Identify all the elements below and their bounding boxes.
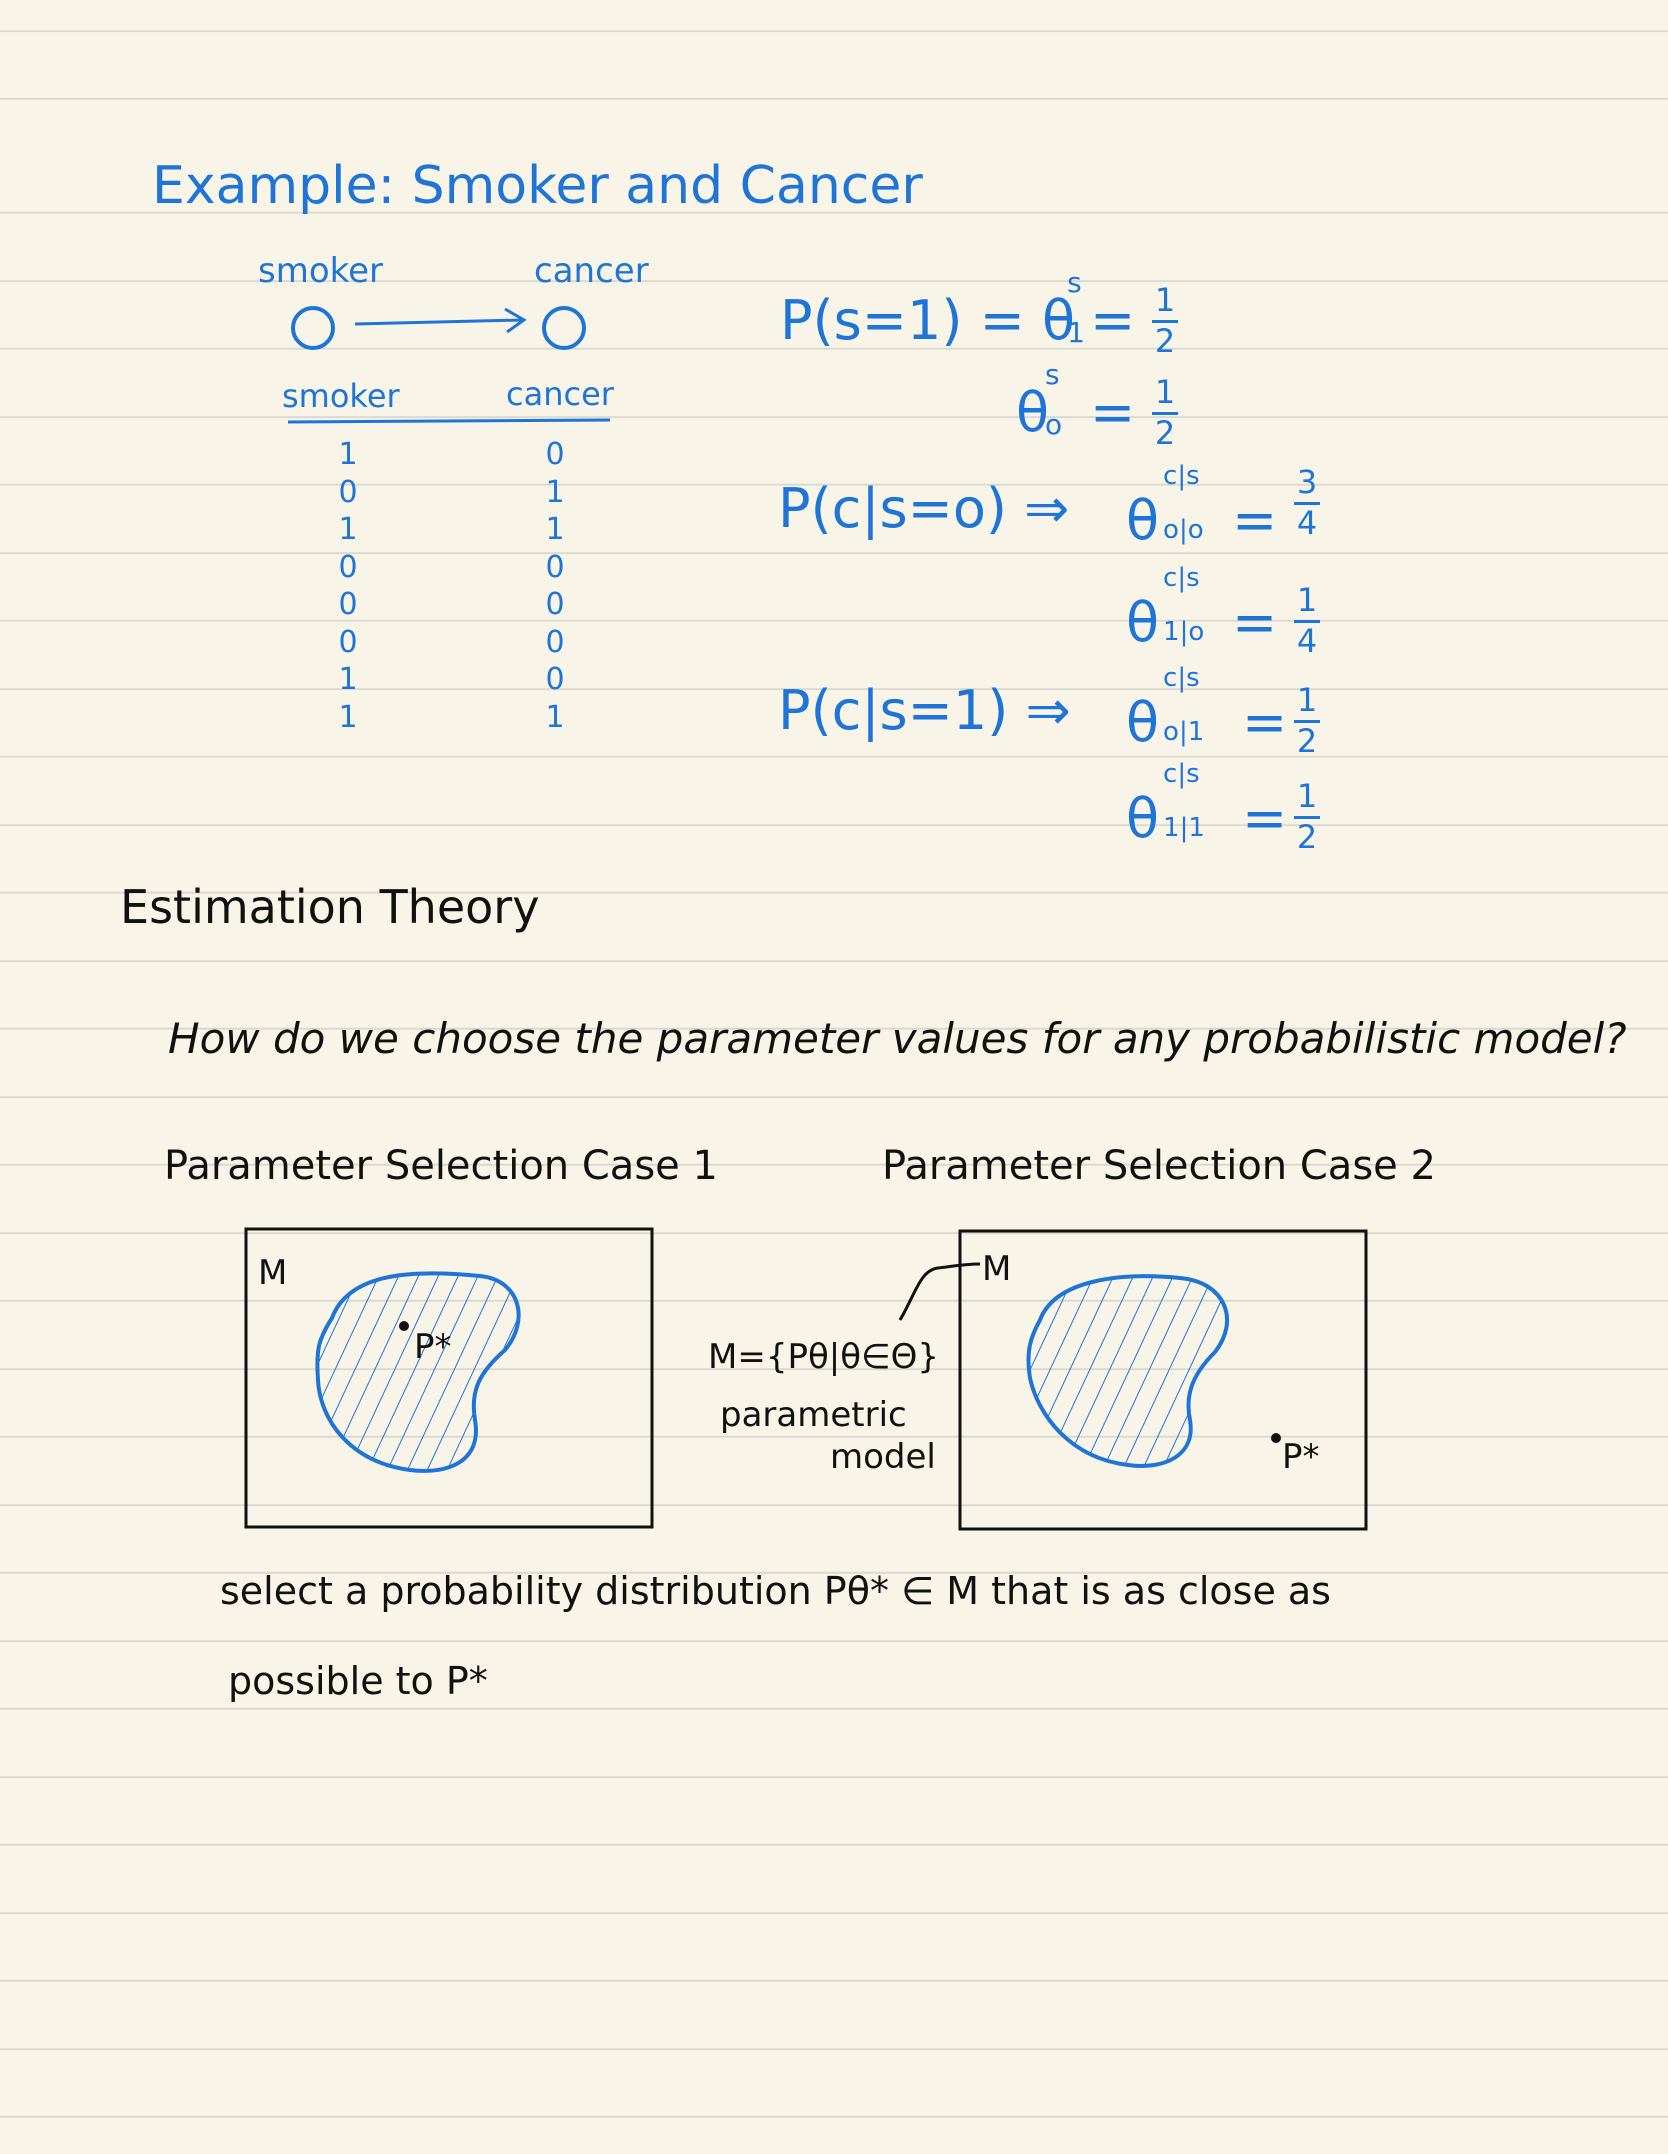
- theta-symbol: θ: [1126, 591, 1160, 654]
- case1-pstar-label: P*: [414, 1327, 452, 1367]
- theta-sub: 1|1: [1163, 813, 1205, 843]
- data-cell: 0: [545, 624, 565, 660]
- eq1-sign: =: [1090, 289, 1136, 352]
- eq3-sign: =: [1232, 489, 1278, 552]
- eq-theta0: θ s o: [1016, 361, 1062, 440]
- table-header-rule: [287, 418, 611, 424]
- theta-sub: 1|o: [1163, 617, 1205, 647]
- frac-5: 12: [1294, 681, 1320, 760]
- eq6-sign: =: [1242, 787, 1288, 850]
- frac-numerator: 1: [1154, 281, 1176, 319]
- smoker-column-header: smoker: [282, 377, 400, 415]
- eq-p-s1: P(s=1) = θ s 1: [780, 269, 1085, 348]
- data-cell: 1: [338, 512, 358, 547]
- theta0-sub: o: [1045, 408, 1063, 441]
- data-cell: 1: [338, 699, 358, 735]
- frac-numerator: 3: [1296, 463, 1318, 501]
- smoker-node: [291, 306, 335, 350]
- frac-denominator: 2: [1154, 413, 1176, 452]
- data-cell: 0: [545, 587, 565, 622]
- model-pointer-line: [898, 1262, 981, 1321]
- model-name-line1: parametric: [720, 1395, 907, 1435]
- case1-pstar-dot: [399, 1321, 409, 1331]
- data-cell: 0: [338, 587, 358, 622]
- data-cell: 1: [545, 474, 565, 510]
- data-cell: 0: [338, 549, 358, 585]
- case2-model-blob: [1026, 1274, 1230, 1468]
- cancer-node: [542, 306, 586, 350]
- theta-011: θ c|s o|1: [1126, 665, 1204, 750]
- eq-p-c-s1: P(c|s=1) ⇒: [778, 679, 1071, 742]
- cancer-column-header: cancer: [506, 375, 614, 413]
- model-name-line2: model: [830, 1437, 936, 1477]
- theta-sup: c|s: [1163, 563, 1200, 593]
- eq-p-s1-text: P(s=1) = θ: [780, 289, 1076, 352]
- example-title: Example: Smoker and Cancer: [152, 156, 923, 216]
- frac-3: 34: [1294, 463, 1320, 542]
- data-cell: 1: [545, 512, 565, 547]
- select-sentence-line1: select a probability distribution Pθ* ∈ …: [220, 1569, 1331, 1613]
- eq4-sign: =: [1232, 591, 1278, 654]
- theta-sub: o|o: [1163, 515, 1204, 545]
- smoker-node-label: smoker: [258, 251, 384, 291]
- case2-pstar-label: P*: [1282, 1437, 1320, 1477]
- estimation-theory-heading: Estimation Theory: [120, 880, 540, 934]
- data-cell: 0: [338, 624, 358, 660]
- frac-numerator: 1: [1296, 681, 1318, 719]
- theta-sup: c|s: [1163, 461, 1200, 491]
- theta-symbol: θ: [1126, 787, 1160, 850]
- frac-denominator: 4: [1296, 621, 1318, 660]
- smoker-data-column: 1 0 1 0 0 0 1 1: [333, 436, 363, 736]
- case1-model-blob: [315, 1271, 521, 1473]
- data-cell: 1: [338, 437, 358, 472]
- cancer-data-column: 0 1 1 0 0 0 0 1: [540, 436, 570, 736]
- theta-symbol: θ: [1126, 489, 1160, 552]
- frac-1: 12: [1152, 281, 1178, 360]
- theta-sub: o|1: [1163, 717, 1205, 747]
- frac-numerator: 1: [1154, 373, 1176, 411]
- frac-numerator: 1: [1296, 581, 1318, 619]
- eq-p-s1-sub: 1: [1067, 316, 1085, 349]
- theta-010: θ c|s o|o: [1126, 463, 1204, 548]
- theta-sup: c|s: [1163, 663, 1200, 693]
- data-cell: 0: [338, 474, 358, 510]
- model-definition: M={Pθ|θ∈Θ}: [708, 1337, 940, 1377]
- eq5-sign: =: [1242, 691, 1288, 754]
- frac-4: 14: [1294, 581, 1320, 660]
- frac-denominator: 2: [1154, 321, 1176, 360]
- theta-sup: c|s: [1163, 759, 1200, 789]
- eq-p-s1-sup: s: [1067, 266, 1082, 299]
- data-cell: 1: [338, 662, 358, 697]
- frac-denominator: 2: [1296, 817, 1318, 856]
- frac-denominator: 2: [1296, 721, 1318, 760]
- case2-heading: Parameter Selection Case 2: [882, 1143, 1436, 1189]
- case1-heading: Parameter Selection Case 1: [164, 1143, 718, 1189]
- case1-box-label: M: [258, 1253, 288, 1293]
- frac-6: 12: [1294, 777, 1320, 856]
- data-cell: 0: [545, 662, 565, 697]
- theta-110: θ c|s 1|o: [1126, 565, 1204, 650]
- data-cell: 0: [545, 549, 565, 585]
- frac-2: 12: [1152, 373, 1178, 452]
- eq-p-c-s0: P(c|s=o) ⇒: [778, 477, 1070, 540]
- theta-symbol: θ: [1126, 691, 1160, 754]
- causal-arrow: [354, 318, 523, 326]
- frac-denominator: 4: [1296, 503, 1318, 542]
- theta-111: θ c|s 1|1: [1126, 761, 1205, 846]
- cancer-node-label: cancer: [534, 251, 649, 291]
- data-cell: 0: [545, 437, 565, 472]
- case2-pstar-dot: [1271, 1433, 1281, 1443]
- theta0-sup: s: [1045, 358, 1060, 391]
- data-cell: 1: [545, 699, 565, 735]
- eq2-sign: =: [1090, 381, 1136, 444]
- case2-box-label: M: [982, 1249, 1012, 1289]
- frac-numerator: 1: [1296, 777, 1318, 815]
- estimation-question: How do we choose the parameter values fo…: [168, 1014, 1627, 1063]
- select-sentence-line2: possible to P*: [228, 1659, 488, 1703]
